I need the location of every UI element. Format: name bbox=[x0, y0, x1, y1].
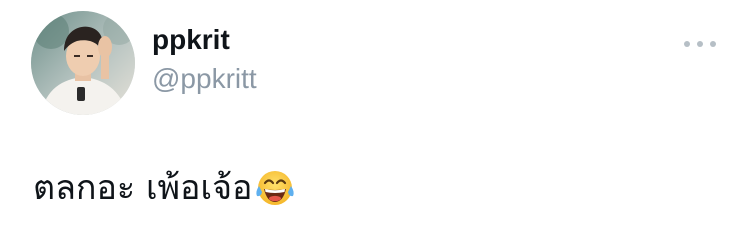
more-dot bbox=[710, 41, 716, 47]
more-dot bbox=[684, 41, 690, 47]
tweet-card: ppkrit @ppkritt ตลกอะ เพ้อเจ้อ bbox=[0, 0, 749, 249]
tweet-text: ตลกอะ เพ้อเจ้อ bbox=[33, 166, 296, 210]
more-dot bbox=[697, 41, 703, 47]
more-horizontal-icon[interactable] bbox=[684, 36, 716, 52]
tweet-text-content: ตลกอะ เพ้อเจ้อ bbox=[33, 168, 253, 208]
avatar[interactable] bbox=[31, 11, 135, 115]
author-handle[interactable]: @ppkritt bbox=[152, 63, 257, 95]
author-name[interactable]: ppkrit bbox=[152, 24, 230, 56]
face-with-tears-of-joy-icon bbox=[254, 167, 296, 209]
avatar-image bbox=[31, 11, 135, 115]
